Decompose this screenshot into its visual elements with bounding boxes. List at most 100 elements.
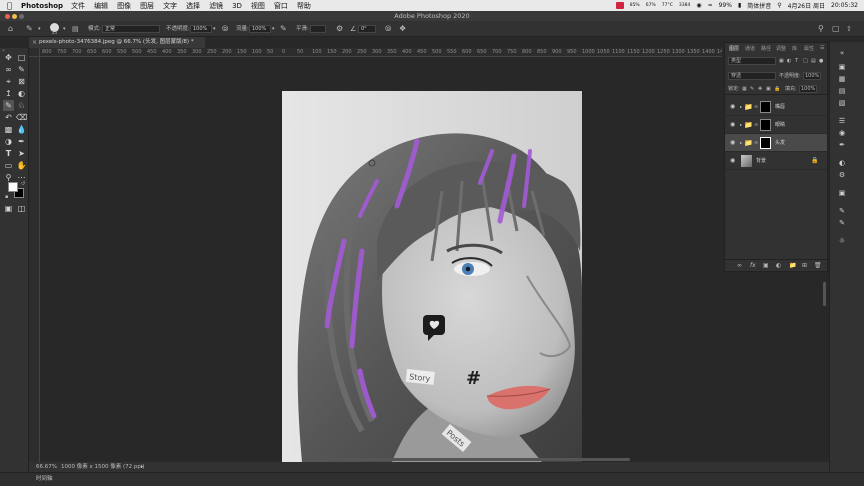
workspace-icon[interactable]: ▢ <box>832 21 840 37</box>
marquee-tool-icon[interactable]: □ <box>16 52 27 63</box>
history-brush-icon[interactable]: ↶ <box>3 112 14 123</box>
smoothing-settings-icon[interactable]: ⚙ <box>336 21 343 37</box>
stamp-tool-icon[interactable]: ♘ <box>16 100 27 111</box>
canvas-area[interactable]: # Story Posts <box>40 57 825 462</box>
filter-adjust-icon[interactable]: ◐ <box>787 55 791 67</box>
visibility-eye-icon[interactable]: ◉ <box>730 116 735 134</box>
search-icon[interactable]: ⚲ <box>777 2 781 9</box>
frame-tool-icon[interactable]: ⊠ <box>16 76 27 87</box>
vertical-scrollbar[interactable] <box>823 282 826 306</box>
close-window-button[interactable] <box>5 13 10 19</box>
type-tool-icon[interactable]: T <box>3 148 14 159</box>
mask-link-icon[interactable]: ∞ <box>754 98 758 116</box>
layer-row-lips[interactable]: ◉ ▸ 📁 ∞ 嘴唇 <box>725 98 827 116</box>
zoom-level[interactable]: 66.67% <box>36 462 57 472</box>
hand-tool-icon[interactable]: ✋ <box>16 160 27 171</box>
expand-chevron-icon[interactable]: ▸ <box>740 134 742 152</box>
layer-name[interactable]: 嘴唇 <box>775 98 785 116</box>
path-select-tool-icon[interactable]: ➤ <box>16 148 27 159</box>
filter-shape-icon[interactable]: □ <box>803 55 808 67</box>
learn-panel-icon[interactable]: ☼ <box>837 236 847 246</box>
menu-type[interactable]: 文字 <box>163 1 177 11</box>
expand-chevron-icon[interactable]: ▸ <box>740 98 742 116</box>
move-tool-icon[interactable]: ✥ <box>3 52 14 63</box>
mode-select[interactable]: 正常 <box>102 25 160 33</box>
tab-adjustments[interactable]: 调整 <box>776 45 786 52</box>
ruler-horizontal[interactable]: 800 750 700 650 600 550 500 450 400 350 300 250 200 1… <box>40 48 722 57</box>
new-layer-icon[interactable]: ⊞ <box>802 260 807 272</box>
battery-pct[interactable]: 99% <box>719 2 732 9</box>
brush-settings-panel-icon[interactable]: ✎ <box>837 206 847 216</box>
tab-properties[interactable]: 属性 <box>804 45 814 52</box>
libraries-panel-icon[interactable]: ▣ <box>837 188 847 198</box>
tool-preset-chevron-icon[interactable]: ▾ <box>38 21 41 37</box>
channels-panel-icon[interactable]: ◉ <box>837 128 847 138</box>
symmetry-icon[interactable]: ❖ <box>399 21 406 37</box>
menu-layer[interactable]: 图层 <box>140 1 154 11</box>
document-info[interactable]: 1000 像素 x 1500 像素 (72 ppi) <box>61 462 145 472</box>
record-icon[interactable] <box>615 2 624 9</box>
document-tab[interactable]: × pexels-photo-3476384.jpeg @ 66.7% (头发,… <box>29 37 205 48</box>
layer-name[interactable]: 眼睛 <box>775 116 785 134</box>
layer-thumbnail[interactable] <box>741 155 752 167</box>
patterns-panel-icon[interactable]: ▧ <box>837 98 847 108</box>
mask-icon[interactable]: ▣ <box>763 260 769 272</box>
battery-icon[interactable]: ▮ <box>738 2 741 9</box>
opacity-chevron-icon[interactable]: ▾ <box>213 21 216 37</box>
mask-link-icon[interactable]: ∞ <box>754 116 758 134</box>
wifi-icon[interactable]: ≈ <box>708 2 713 9</box>
minimize-window-button[interactable] <box>12 13 17 19</box>
angle-icon[interactable]: ∠ <box>350 21 356 37</box>
status-chevron-icon[interactable]: ▸ <box>141 462 144 472</box>
trash-icon[interactable]: 🗑 <box>814 260 822 272</box>
collapse-panels-icon[interactable]: « <box>837 48 847 58</box>
gradient-tool-icon[interactable]: ▩ <box>3 124 14 135</box>
quick-mask-icon[interactable]: ▣ <box>3 203 14 214</box>
screen-mode-icon[interactable]: ◫ <box>16 203 27 214</box>
layer-row-eyes[interactable]: ◉ ▸ 📁 ∞ 眼睛 <box>725 116 827 134</box>
filter-smart-icon[interactable]: ▤ <box>811 55 816 67</box>
healing-tool-icon[interactable]: ◐ <box>16 88 27 99</box>
timeline-label[interactable]: 时间轴 <box>36 476 53 482</box>
panel-menu-icon[interactable]: ☰ <box>820 45 824 51</box>
layer-mask-thumbnail[interactable] <box>760 137 771 149</box>
paths-panel-icon[interactable]: ✒ <box>837 140 847 150</box>
link-icon[interactable]: ∞ <box>737 260 742 272</box>
menu-file[interactable]: 文件 <box>71 1 85 11</box>
mask-link-icon[interactable]: ∞ <box>754 134 758 152</box>
brushes-panel-icon[interactable]: ✎ <box>837 218 847 228</box>
blend-mode-select[interactable]: 穿透 <box>728 72 776 80</box>
fill-field[interactable]: 100% <box>799 85 817 93</box>
ruler-vertical[interactable] <box>29 57 40 462</box>
gradients-panel-icon[interactable]: ▤ <box>837 86 847 96</box>
ruler-origin[interactable] <box>29 48 40 57</box>
eyedropper-tool-icon[interactable]: ↥ <box>3 88 14 99</box>
pen-tool-icon[interactable]: ✒ <box>16 136 27 147</box>
dodge-tool-icon[interactable]: ◑ <box>3 136 14 147</box>
menu-3d[interactable]: 3D <box>232 2 242 10</box>
cpu-stat[interactable]: 85% <box>630 3 640 8</box>
lock-pixels-icon[interactable]: ✎ <box>750 83 754 95</box>
input-method[interactable]: 简体拼音 <box>747 1 771 10</box>
apple-icon[interactable]:  <box>7 1 17 10</box>
quick-select-tool-icon[interactable]: ✎ <box>16 64 27 75</box>
brush-settings-icon[interactable]: ▤ <box>72 21 79 37</box>
date-display[interactable]: 4月26日 周日 <box>788 1 825 10</box>
adjustment-icon[interactable]: ◐ <box>776 260 781 272</box>
lock-all-icon[interactable]: 🔒 <box>774 83 780 95</box>
menu-view[interactable]: 视图 <box>251 1 265 11</box>
layer-opacity-field[interactable]: 100% <box>803 72 821 80</box>
visibility-eye-icon[interactable]: ◉ <box>730 152 735 170</box>
lasso-tool-icon[interactable]: ∞ <box>3 64 14 75</box>
expand-chevron-icon[interactable]: ▸ <box>740 116 742 134</box>
shape-tool-icon[interactable]: ▭ <box>3 160 14 171</box>
menu-filter[interactable]: 滤镜 <box>209 1 223 11</box>
tab-channels[interactable]: 通道 <box>745 45 755 52</box>
tab-paths[interactable]: 路径 <box>761 45 771 52</box>
menu-image[interactable]: 图像 <box>117 1 131 11</box>
filter-toggle-icon[interactable]: ● <box>819 55 823 67</box>
zoom-window-button[interactable] <box>19 13 24 19</box>
tab-layers[interactable]: 图层 <box>729 45 739 52</box>
close-tab-icon[interactable]: × <box>32 37 37 48</box>
horizontal-scrollbar[interactable] <box>308 458 630 461</box>
